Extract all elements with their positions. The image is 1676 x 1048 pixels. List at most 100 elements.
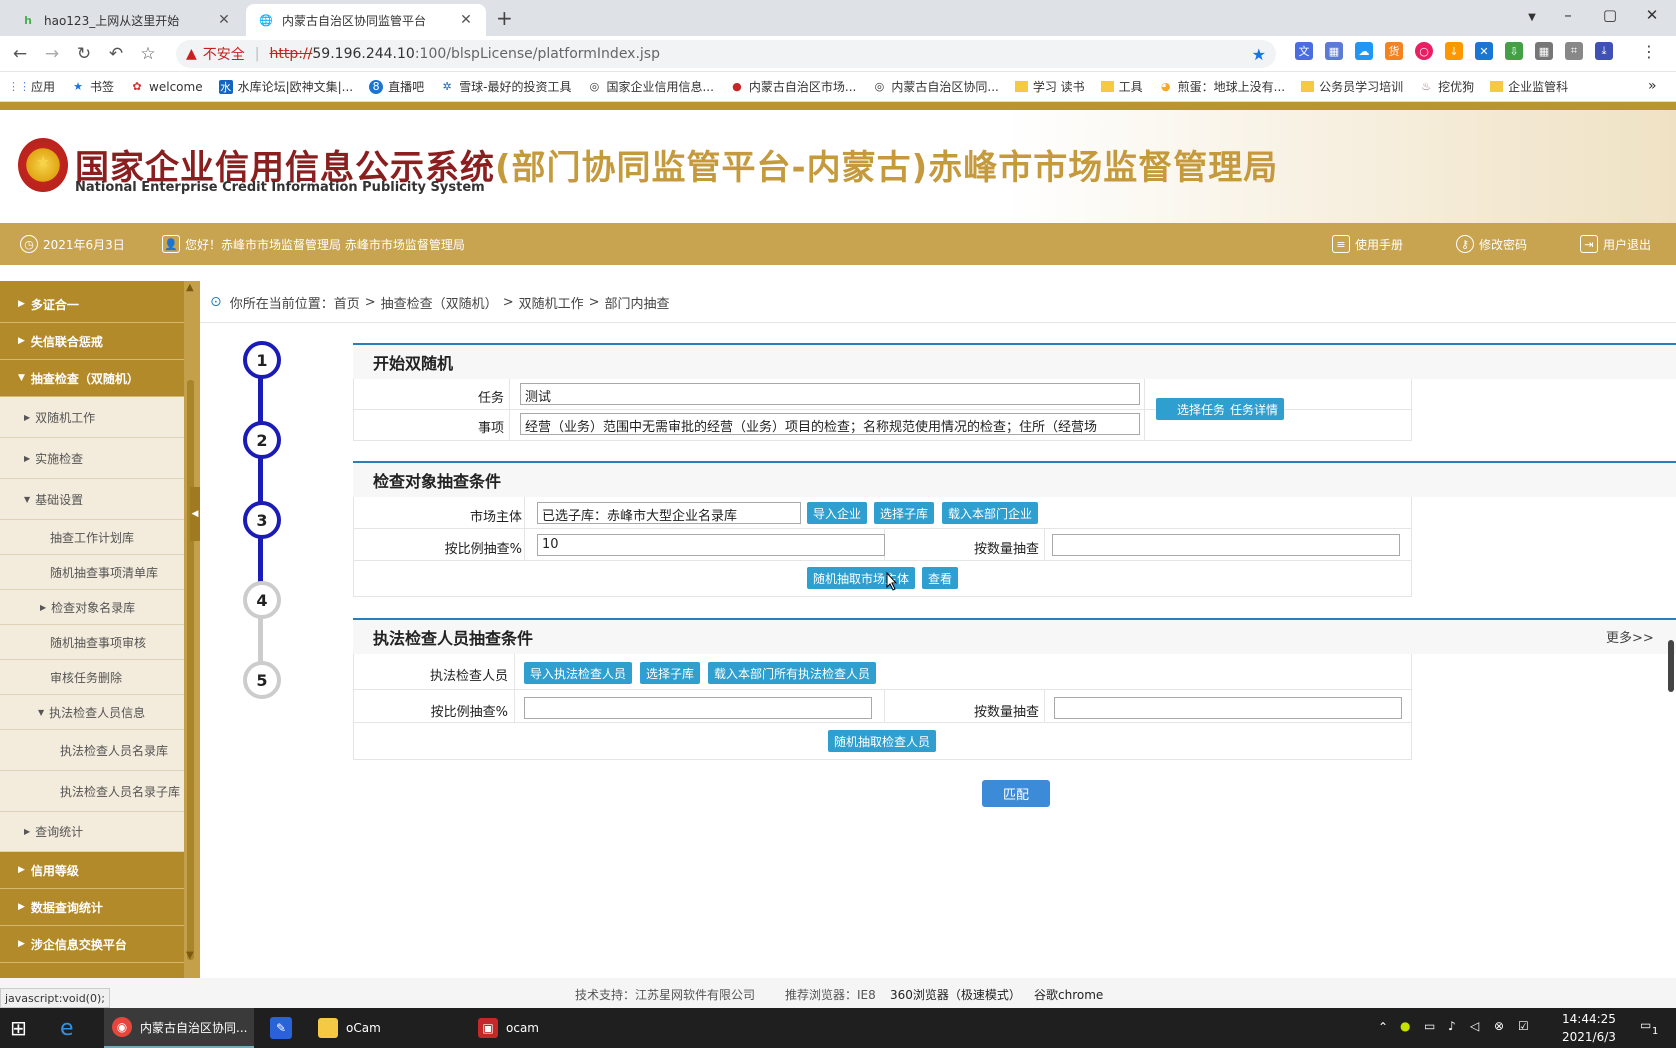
import-enterprise-button[interactable]: 导入企业 (807, 502, 867, 524)
bookmark-item[interactable]: ◕ 煎蛋：地球上没有... (1159, 78, 1285, 95)
new-tab-icon[interactable]: + (496, 6, 513, 30)
network-icon[interactable]: ▭ (1424, 1019, 1435, 1033)
sidebar-item-staff-library[interactable]: 执法检查人员名录库 (0, 730, 184, 771)
manual-link[interactable]: ≡ 使用手册 (1332, 235, 1403, 253)
close-window-icon[interactable]: ✕ (1632, 6, 1672, 24)
download-ext-icon[interactable]: ⇩ (1505, 42, 1523, 60)
sidebar-group-data-query[interactable]: ▶ 数据查询统计 (0, 889, 184, 926)
grid-ext-icon[interactable]: ▦ (1535, 42, 1553, 60)
close-icon[interactable]: ✕ (458, 12, 474, 28)
sidebar-group-multi-cert[interactable]: ▶ 多证合一 (0, 286, 184, 323)
sidebar-item-basic-settings[interactable]: ▼ 基础设置 (0, 479, 184, 520)
tray-x-icon[interactable]: ⊗ (1494, 1019, 1504, 1033)
edge-taskbar-button[interactable]: e (60, 1008, 74, 1048)
market-subject-input[interactable]: 已选子库：赤峰市大型企业名录库 (537, 502, 801, 524)
sidebar-collapse-handle[interactable]: ◀ (190, 487, 200, 541)
select-sublibrary-button[interactable]: 选择子库 (874, 502, 934, 524)
minimize-icon[interactable]: – (1548, 6, 1588, 24)
view-button[interactable]: 查看 (922, 567, 958, 589)
load-dept-enterprise-button[interactable]: 载入本部门企业 (942, 502, 1038, 524)
bookmark-apps[interactable]: ⋮⋮ 应用 (8, 78, 55, 95)
change-password-link[interactable]: ⚷ 修改密码 (1456, 235, 1527, 253)
tray-app-icon[interactable]: ● (1400, 1019, 1410, 1033)
undo-icon[interactable]: ↶ (104, 42, 128, 66)
bookmark-item[interactable]: ◎ 国家企业信用信息... (587, 78, 714, 95)
bookmarks-more-button[interactable]: » (1648, 78, 1657, 94)
bookmark-item[interactable]: ◎ 内蒙古自治区协同... (872, 78, 999, 95)
taskbar-item-ocam[interactable]: ▣ ocam (478, 1008, 628, 1048)
sidebar-group-credit-punish[interactable]: ▶ 失信联合惩戒 (0, 323, 184, 360)
clock-time[interactable]: 14:44:25 (1562, 1012, 1616, 1026)
sidebar-item-query-stats[interactable]: ▶ 查询统计 (0, 812, 184, 852)
pin-ext-icon[interactable]: ↓ (1445, 42, 1463, 60)
bookmark-folder[interactable]: 工具 (1100, 78, 1143, 95)
page-scroll-thumb[interactable] (1668, 640, 1674, 692)
task-input[interactable]: 测试 (520, 383, 1140, 405)
sidebar-item-plan-library[interactable]: 抽查工作计划库 (0, 520, 184, 555)
import-staff-button[interactable]: 导入执法检查人员 (524, 662, 632, 684)
clock-date[interactable]: 2021/6/3 (1562, 1030, 1616, 1044)
sidebar-group-credit-level[interactable]: ▶ 信用等级 (0, 852, 184, 889)
menu-icon[interactable]: ⋮ (1640, 42, 1658, 61)
address-bar[interactable]: ▲ 不安全 | http:// 59.196.244.10 :100/blspL… (176, 40, 1276, 68)
logout-link[interactable]: ⇥ 用户退出 (1580, 235, 1651, 253)
bookmark-item[interactable]: ♨ 挖优狗 (1419, 78, 1474, 95)
item-input[interactable]: 经营（业务）范围中无需审批的经营（业务）项目的检查；名称规范使用情况的检查；住所… (520, 413, 1140, 435)
sidebar-item-implement[interactable]: ▶ 实施检查 (0, 438, 184, 479)
sidebar-scroll-thumb[interactable] (187, 380, 194, 960)
breadcrumb-double-random[interactable]: 双随机工作 (519, 293, 584, 312)
bookmark-star-icon[interactable]: ☆ (136, 42, 160, 66)
select-staff-sublibrary-button[interactable]: 选择子库 (640, 662, 700, 684)
sidebar-item-task-delete[interactable]: 审核任务删除 (0, 660, 184, 695)
sidebar-item-staff-sublibrary[interactable]: 执法检查人员名录子库 (0, 771, 184, 812)
sidebar-item-double-random[interactable]: ▶ 双随机工作 (0, 397, 184, 438)
bookmark-folder[interactable]: 企业监管科 (1490, 78, 1568, 95)
bookmark-item[interactable]: ● 内蒙古自治区市场... (730, 78, 856, 95)
count-input[interactable] (1052, 534, 1400, 556)
microphone-icon[interactable]: ♪ (1448, 1019, 1456, 1033)
load-all-staff-button[interactable]: 载入本部门所有执法检查人员 (708, 662, 876, 684)
sidebar-group-inspection[interactable]: ▼ 抽查检查（双随机） (0, 360, 184, 397)
tab-hao123[interactable]: h hao123_上网从这里开始 ✕ (8, 4, 244, 36)
taskbar-pen-button[interactable]: ✎ (270, 1008, 292, 1048)
bookmarked-star-icon[interactable]: ★ (1252, 45, 1266, 64)
shop-ext-icon[interactable]: 货 (1385, 42, 1403, 60)
bookmark-item[interactable]: ★ 书签 (71, 78, 114, 95)
task-detail-button[interactable]: 任务详情 (1224, 398, 1284, 420)
cloud-ext-icon[interactable]: ☁ (1355, 42, 1373, 60)
bookmark-item[interactable]: ✿ welcome (130, 80, 202, 94)
more-link[interactable]: 更多>> (1606, 627, 1654, 646)
reload-icon[interactable]: ↻ (72, 42, 96, 66)
translate-ext-icon[interactable]: 文 (1295, 42, 1313, 60)
tray-check-icon[interactable]: ☑ (1518, 1019, 1529, 1033)
scroll-down-icon[interactable]: ▼ (186, 950, 194, 961)
bookmark-folder[interactable]: 公务员学习培训 (1301, 78, 1403, 95)
breadcrumb-inspection[interactable]: 抽查检查（双随机） (381, 293, 498, 312)
close-icon[interactable]: ✕ (216, 12, 232, 28)
forward-icon[interactable]: → (40, 42, 64, 66)
notification-icon[interactable]: ▭ (1640, 1018, 1651, 1032)
x-ext-icon[interactable]: ✕ (1475, 42, 1493, 60)
tab-platform[interactable]: 🌐 内蒙古自治区协同监管平台 ✕ (246, 4, 486, 36)
sidebar-item-staff-info[interactable]: ▼ 执法检查人员信息 (0, 695, 184, 730)
taskbar-item-chrome[interactable]: ◉ 内蒙古自治区协同... (104, 1008, 254, 1048)
bookmark-folder[interactable]: 学习 读书 (1014, 78, 1085, 95)
staff-count-input[interactable] (1054, 697, 1402, 719)
circle-ext-icon[interactable]: ○ (1415, 42, 1433, 60)
random-select-staff-button[interactable]: 随机抽取检查人员 (828, 730, 936, 752)
taskbar-item-ocam-folder[interactable]: oCam (318, 1008, 468, 1048)
volume-icon[interactable]: ◁ (1470, 1019, 1479, 1033)
start-button[interactable]: ⊞ (10, 1008, 27, 1048)
staff-ratio-input[interactable] (524, 697, 872, 719)
breadcrumb-home[interactable]: 首页 (334, 293, 360, 312)
match-button[interactable]: 匹配 (982, 780, 1050, 807)
sidebar-item-item-list[interactable]: 随机抽查事项清单库 (0, 555, 184, 590)
bookmark-item[interactable]: 水水库论坛|欧神文集|... (218, 78, 353, 95)
bookmark-item[interactable]: 8 直播吧 (369, 78, 424, 95)
chart-ext-icon[interactable]: ▦ (1325, 42, 1343, 60)
sidebar-group-info-exchange[interactable]: ▶ 涉企信息交换平台 (0, 926, 184, 963)
ratio-input[interactable]: 10 (537, 534, 885, 556)
maximize-icon[interactable]: ▢ (1590, 6, 1630, 24)
back-icon[interactable]: ← (8, 42, 32, 66)
downloads-icon[interactable]: ⤓ (1595, 42, 1613, 60)
